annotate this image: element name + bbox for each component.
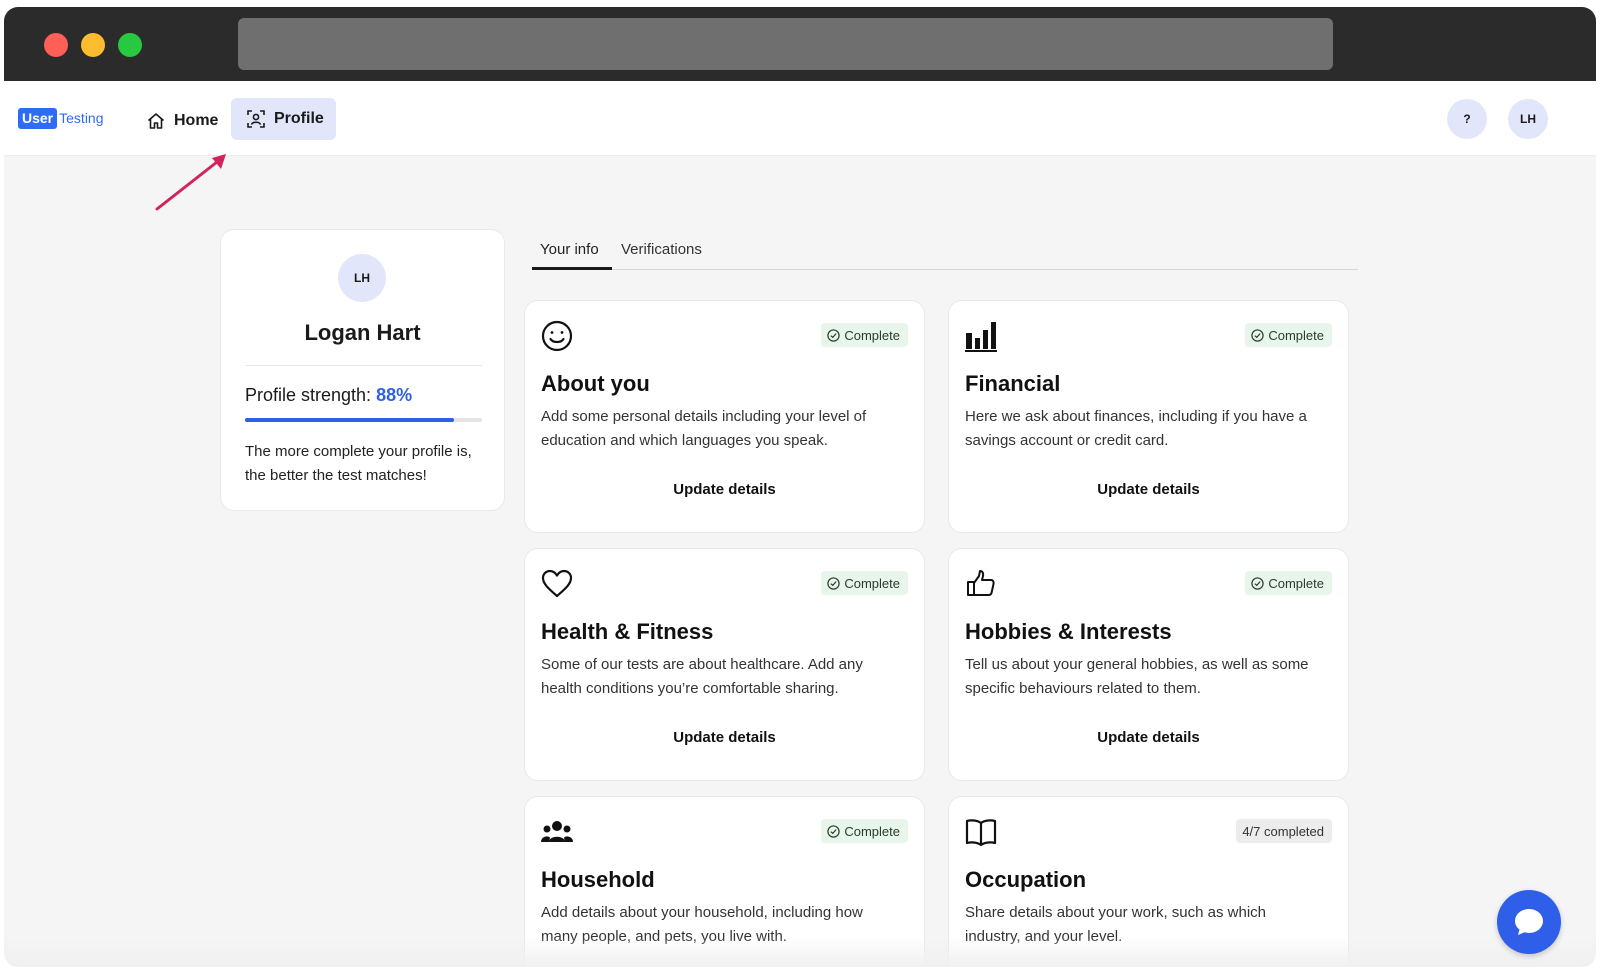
logo-testing-text: Testing <box>59 110 104 126</box>
smiley-icon <box>541 320 573 352</box>
close-window-button[interactable] <box>44 33 68 57</box>
nav-profile-link[interactable]: Profile <box>231 98 336 140</box>
nav-home-link[interactable]: Home <box>142 106 222 136</box>
status-badge: Complete <box>821 571 908 595</box>
status-badge: Complete <box>1245 323 1332 347</box>
card-description: Add some personal details including your… <box>541 408 867 449</box>
avatar-initials: LH <box>1520 112 1536 126</box>
check-circle-icon <box>827 328 841 342</box>
bar-chart-icon <box>965 322 997 352</box>
bottom-fade <box>4 937 1596 967</box>
profile-tabs: Your info Verifications <box>532 237 1358 270</box>
check-circle-icon <box>1251 328 1265 342</box>
status-badge-label: Complete <box>1268 575 1324 591</box>
status-badge-label: Complete <box>1268 327 1324 343</box>
help-button[interactable]: ? <box>1447 99 1487 139</box>
update-details-button[interactable]: Update details <box>525 729 924 746</box>
user-avatar-button[interactable]: LH <box>1508 99 1548 139</box>
profile-icon <box>247 110 265 128</box>
profile-summary-card: LH Logan Hart Profile strength: 88% The … <box>220 229 505 511</box>
update-details-button[interactable]: Update details <box>949 481 1348 498</box>
status-badge: Complete <box>821 323 908 347</box>
status-badge-label: Complete <box>844 327 900 343</box>
logo-user-text: User <box>18 107 58 129</box>
top-navigation: User Testing Home Profile ? LH <box>4 81 1596 156</box>
profile-strength-progress <box>245 418 482 422</box>
book-icon <box>965 819 997 847</box>
status-badge-label: Complete <box>844 575 900 591</box>
usertesting-logo[interactable]: User Testing <box>18 107 104 129</box>
chat-bubble-icon <box>1515 909 1543 935</box>
card-title: About you <box>541 371 650 396</box>
home-icon <box>147 113 165 129</box>
card-hobbies-interests: Complete Hobbies & Interests Tell us abo… <box>948 548 1349 781</box>
thumbs-up-icon <box>967 570 995 596</box>
profile-strength-description: The more complete your profile is, the b… <box>245 443 472 484</box>
status-badge-label: 4/7 completed <box>1242 823 1324 839</box>
update-details-button[interactable]: Update details <box>949 729 1348 746</box>
card-title: Hobbies & Interests <box>965 619 1172 644</box>
chat-button[interactable] <box>1497 890 1561 954</box>
card-description: Some of our tests are about healthcare. … <box>541 656 863 697</box>
nav-profile-label: Profile <box>274 110 324 127</box>
update-details-button[interactable]: Update details <box>525 481 924 498</box>
nav-home-label: Home <box>174 112 219 129</box>
card-health-fitness: Complete Health & Fitness Some of our te… <box>524 548 925 781</box>
address-bar[interactable] <box>238 18 1333 70</box>
status-badge: Complete <box>821 819 908 843</box>
card-about-you: Complete About you Add some personal det… <box>524 300 925 533</box>
status-badge-label: Complete <box>844 823 900 839</box>
card-title: Health & Fitness <box>541 619 714 644</box>
profile-strength-label: Profile strength: <box>245 385 372 405</box>
card-financial: Complete Financial Here we ask about fin… <box>948 300 1349 533</box>
profile-strength: Profile strength: 88% <box>245 385 412 406</box>
profile-name: Logan Hart <box>304 320 421 345</box>
people-icon <box>541 821 573 842</box>
heart-icon <box>541 569 573 598</box>
card-title: Financial <box>965 371 1061 396</box>
annotation-arrow-icon <box>155 154 226 211</box>
card-title: Household <box>541 867 655 892</box>
tab-your-info[interactable]: Your info <box>532 241 612 270</box>
card-description: Tell us about your general hobbies, as w… <box>965 656 1309 697</box>
tab-verifications[interactable]: Verifications <box>621 241 702 270</box>
check-circle-icon <box>827 576 841 590</box>
card-description: Here we ask about finances, including if… <box>965 408 1307 449</box>
profile-strength-progress-fill <box>245 418 454 422</box>
browser-titlebar <box>4 7 1596 81</box>
profile-strength-value: 88% <box>376 385 413 405</box>
status-badge: Complete <box>1245 571 1332 595</box>
status-badge: 4/7 completed <box>1236 819 1332 843</box>
browser-window: User Testing Home Profile ? LH LH Logan … <box>4 7 1596 967</box>
help-label: ? <box>1463 112 1471 126</box>
check-circle-icon <box>1251 576 1265 590</box>
profile-initials: LH <box>354 271 370 285</box>
divider <box>245 365 482 366</box>
card-title: Occupation <box>965 867 1087 892</box>
minimize-window-button[interactable] <box>81 33 105 57</box>
check-circle-icon <box>827 824 841 838</box>
profile-avatar: LH <box>338 254 386 302</box>
maximize-window-button[interactable] <box>118 33 142 57</box>
